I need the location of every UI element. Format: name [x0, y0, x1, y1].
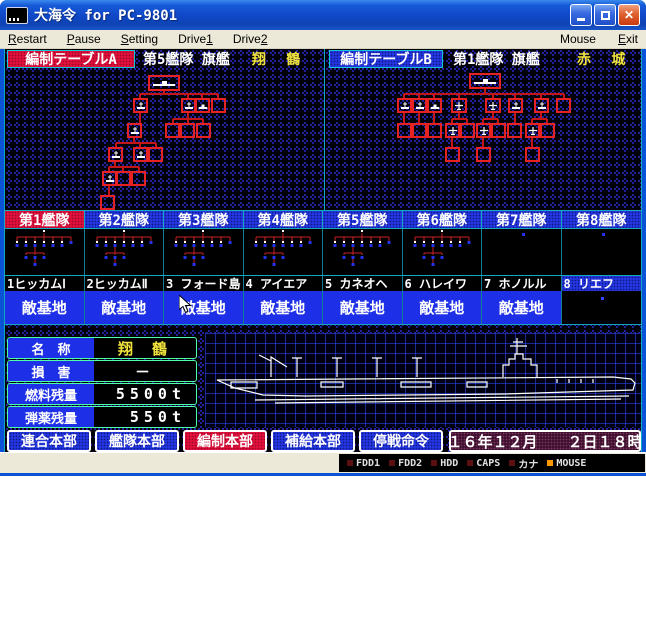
titlebar[interactable]: 大海令 for PC-9801 ✕	[0, 0, 646, 30]
base-header-1[interactable]: 1ヒッカムⅠ	[5, 276, 85, 291]
base-cell-1[interactable]: 敵基地	[5, 291, 85, 324]
command-button-5[interactable]: 停戦命令	[359, 430, 443, 452]
menu-item-drive2[interactable]: Drive2	[233, 32, 268, 46]
info-value: －	[94, 361, 196, 381]
menu-item-restart[interactable]: Restart	[8, 32, 47, 46]
fleet-mini-tree-row	[5, 229, 641, 275]
base-header-3[interactable]: 3 フォード島	[164, 276, 244, 291]
info-value: 5500t	[94, 384, 196, 404]
fleet-tab-2[interactable]: 第2艦隊	[85, 211, 165, 229]
fleet-mini-tree-2	[85, 229, 165, 275]
info-row-4: 弾薬残量550t	[7, 406, 197, 428]
base-cell-6[interactable]: 敵基地	[403, 291, 483, 324]
fleet-tab-5[interactable]: 第5艦隊	[323, 211, 403, 229]
ship-info-panel: 名 称翔 鶴損 害－燃料残量5500t弾薬残量550t	[7, 337, 197, 429]
fleet-mini-tree-3	[164, 229, 244, 275]
command-button-2[interactable]: 艦隊本部	[95, 430, 179, 452]
app-window: 大海令 for PC-9801 ✕ Restart Pause Setting Dri…	[0, 0, 646, 476]
base-cell-5[interactable]: 敵基地	[323, 291, 403, 324]
fleet-mini-tree-1	[5, 229, 85, 275]
led-panel: FDD1 FDD2 HDD CAPS カナ MOUSE	[339, 454, 645, 472]
info-row-3: 燃料残量5500t	[7, 383, 197, 405]
ship-display-panel	[205, 333, 641, 427]
base-header-6[interactable]: 6 ハレイワ	[403, 276, 483, 291]
command-button-3[interactable]: 編制本部	[183, 430, 267, 452]
led-カナ: カナ	[509, 456, 538, 471]
fleet-mini-tree-7	[482, 229, 562, 275]
table-a-button[interactable]: 編制テーブルA	[7, 50, 135, 68]
date-display: １６年１２月 ２日１８時	[449, 430, 641, 452]
info-value: 550t	[94, 407, 196, 427]
led-fdd2: FDD2	[389, 458, 422, 469]
minimize-button[interactable]	[570, 4, 592, 26]
fleet-tab-1[interactable]: 第1艦隊	[5, 211, 85, 229]
info-label: 名 称	[8, 338, 94, 358]
menubar: Restart Pause Setting Drive1 Drive2 Mouse Exi…	[0, 30, 646, 49]
base-cell-4[interactable]: 敵基地	[244, 291, 324, 324]
fleet-tab-6[interactable]: 第6艦隊	[403, 211, 483, 229]
fleet-mini-tree-4	[244, 229, 324, 275]
base-header-8[interactable]: 8 リエフ	[562, 276, 642, 291]
app-icon	[6, 7, 28, 24]
info-row-1: 名 称翔 鶴	[7, 337, 197, 359]
base-header-row: 1ヒッカムⅠ2ヒッカムⅡ3 フォード島4 アイエア5 カネオヘ6 ハレイワ7 ホ…	[5, 275, 641, 291]
flagship-b-name: 赤 城	[577, 49, 631, 69]
menu-item-setting[interactable]: Setting	[121, 32, 158, 46]
led-caps: CAPS	[467, 458, 500, 469]
fleet-organization-trees[interactable]	[5, 69, 641, 210]
window-title: 大海令 for PC-9801	[34, 5, 177, 25]
base-cell-3[interactable]: 敵基地	[164, 291, 244, 324]
base-header-5[interactable]: 5 カネオヘ	[323, 276, 403, 291]
fleet-tab-4[interactable]: 第4艦隊	[244, 211, 324, 229]
fleet-mini-tree-6	[403, 229, 483, 275]
ship-profile-art	[205, 333, 641, 427]
base-header-7[interactable]: 7 ホノルル	[482, 276, 562, 291]
fleet-mini-tree-8	[562, 229, 642, 275]
led-hdd: HDD	[431, 458, 458, 469]
maximize-button[interactable]	[594, 4, 616, 26]
formation-header-row: 編制テーブルA 第5艦隊 旗艦 翔 鶴 編制テーブルB 第1艦隊 旗艦 赤 城	[5, 49, 641, 69]
fleet-tab-8[interactable]: 第8艦隊	[562, 211, 642, 229]
menu-item-mouse[interactable]: Mouse	[560, 32, 596, 46]
menu-item-exit[interactable]: Exit	[618, 32, 638, 46]
command-button-4[interactable]: 補給本部	[271, 430, 355, 452]
fleet-tab-3[interactable]: 第3艦隊	[164, 211, 244, 229]
info-row-2: 損 害－	[7, 360, 197, 382]
info-value: 翔 鶴	[94, 338, 196, 358]
fleet-tab-row: 第1艦隊第2艦隊第3艦隊第4艦隊第5艦隊第6艦隊第7艦隊第8艦隊	[5, 210, 641, 229]
base-cell-7[interactable]: 敵基地	[482, 291, 562, 324]
base-header-2[interactable]: 2ヒッカムⅡ	[85, 276, 165, 291]
led-mouse: MOUSE	[547, 458, 586, 469]
close-button[interactable]: ✕	[618, 4, 640, 26]
base-cell-8[interactable]	[562, 291, 642, 324]
fleet-tab-7[interactable]: 第7艦隊	[482, 211, 562, 229]
fleet-a-label: 第5艦隊 旗艦	[143, 49, 230, 69]
base-cell-2[interactable]: 敵基地	[85, 291, 165, 324]
command-row: 連合本部艦隊本部編制本部補給本部停戦命令 １６年１２月 ２日１８時	[7, 430, 641, 452]
table-b-button[interactable]: 編制テーブルB	[329, 50, 443, 68]
fleet-b-label: 第1艦隊 旗艦	[453, 49, 540, 69]
fleet-mini-tree-5	[323, 229, 403, 275]
base-status-row: 敵基地敵基地敵基地敵基地敵基地敵基地敵基地	[5, 291, 641, 325]
base-header-4[interactable]: 4 アイエア	[244, 276, 324, 291]
command-button-1[interactable]: 連合本部	[7, 430, 91, 452]
led-fdd1: FDD1	[347, 458, 380, 469]
game-screen: 編制テーブルA 第5艦隊 旗艦 翔 鶴 編制テーブルB 第1艦隊 旗艦 赤 城 …	[4, 49, 642, 452]
info-label: 損 害	[8, 361, 94, 381]
info-label: 燃料残量	[8, 384, 94, 404]
flagship-a-name: 翔 鶴	[252, 49, 306, 69]
info-label: 弾薬残量	[8, 407, 94, 427]
menu-item-pause[interactable]: Pause	[67, 32, 101, 46]
statusbar: FDD1 FDD2 HDD CAPS カナ MOUSE	[0, 452, 646, 473]
menu-item-drive1[interactable]: Drive1	[178, 32, 213, 46]
